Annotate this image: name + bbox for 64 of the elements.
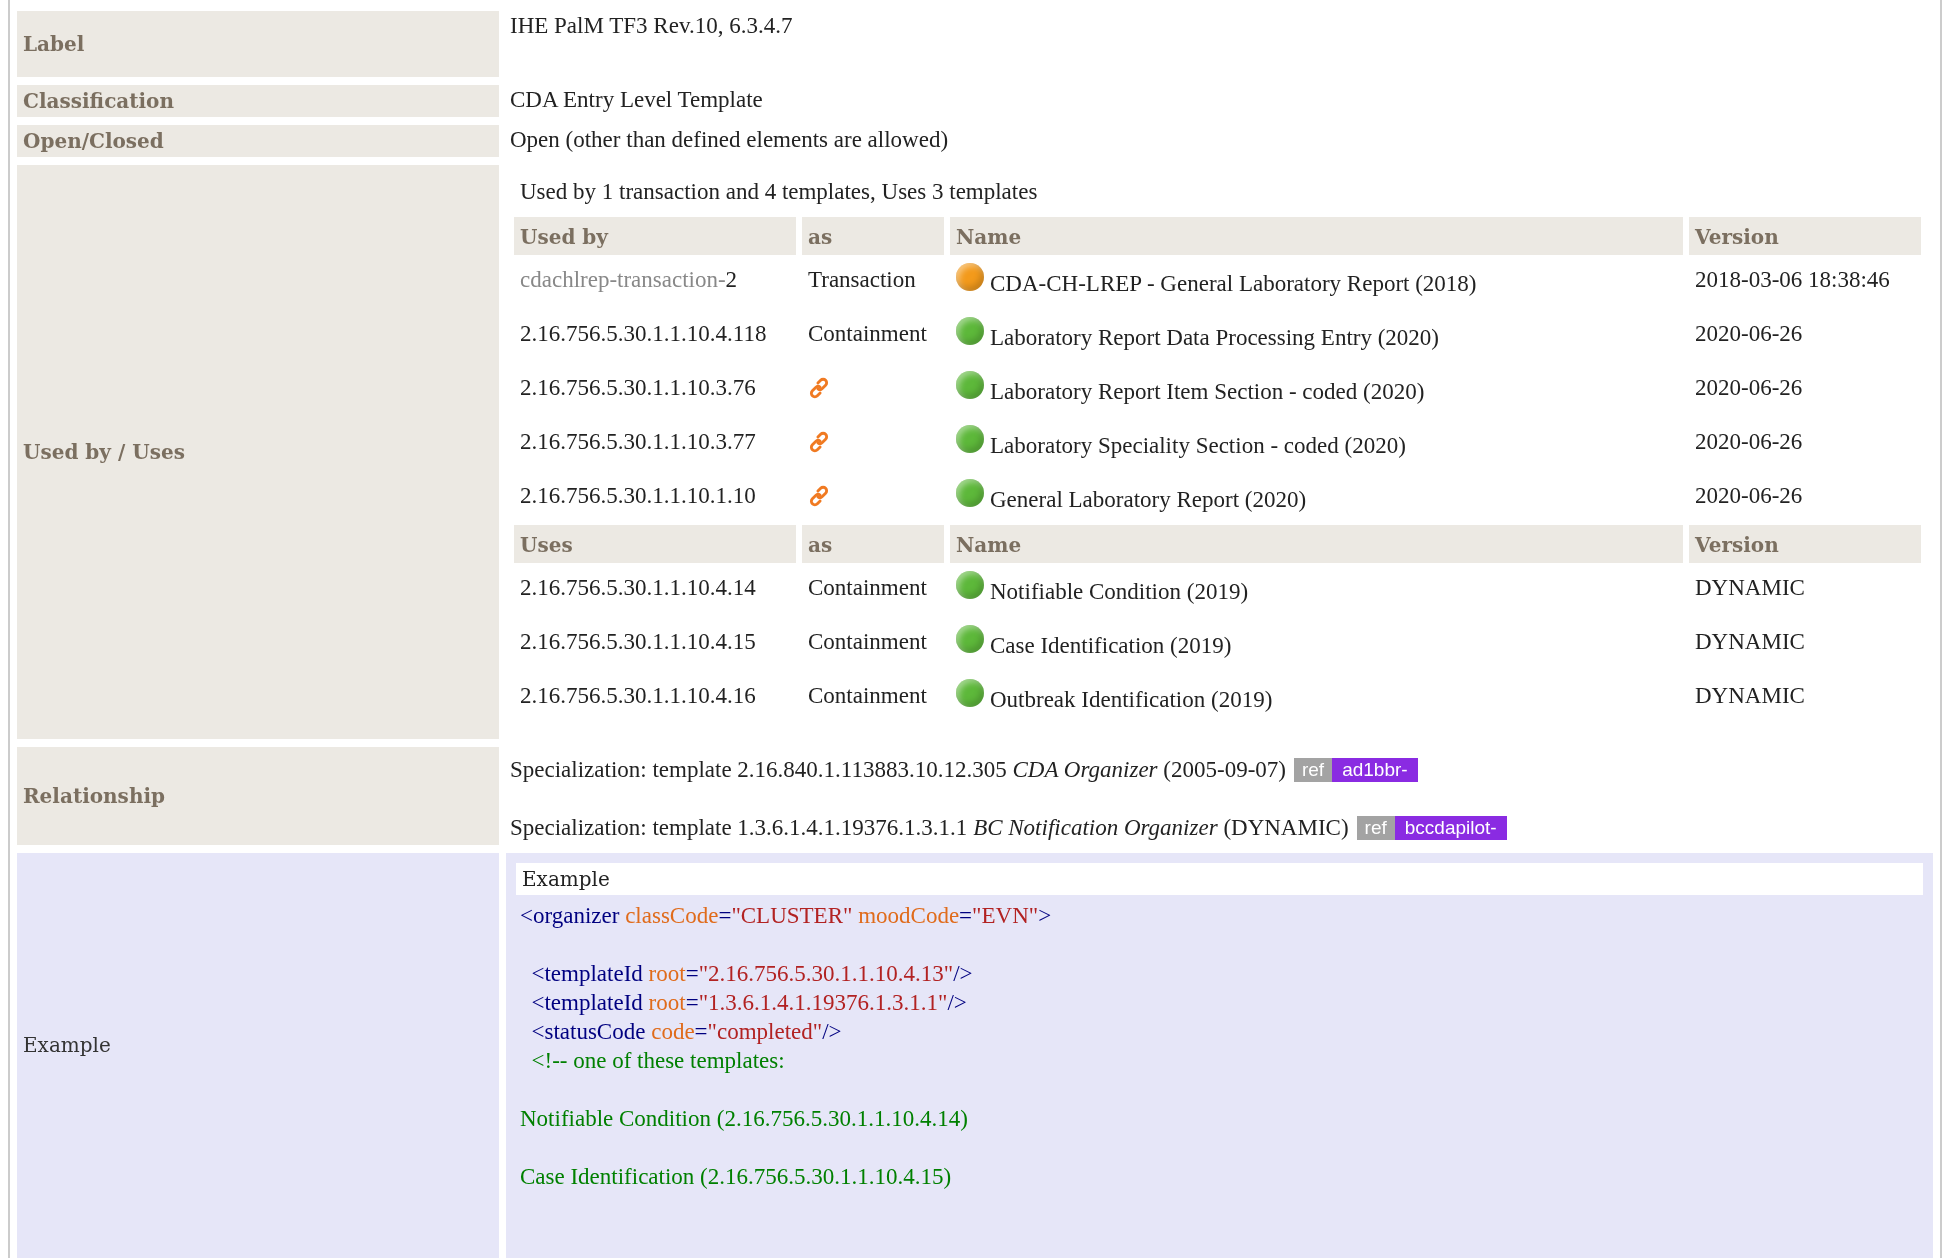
property-label: Used by / Uses (17, 165, 499, 739)
prefix-badge: bccdapilot- (1394, 816, 1507, 840)
template-version: DYNAMIC (1694, 628, 1806, 656)
association-type: Containment (807, 320, 928, 348)
template-id[interactable]: 2.16.756.5.30.1.1.10.4.14 (514, 563, 796, 617)
usage-summary: Used by 1 transaction and 4 templates, Uses 3 templates (519, 178, 1039, 206)
code-line: Notifiable Condition (2.16.756.5.30.1.1.10.4.14) (520, 1106, 968, 1131)
template-name[interactable]: Laboratory Report Data Processing Entry (2020) (990, 321, 1440, 351)
template-version: DYNAMIC (1694, 574, 1806, 602)
association-type: Containment (807, 628, 928, 656)
template-id[interactable]: 2.16.756.5.30.1.1.10.3.76 (514, 363, 796, 417)
prefix-badge: ad1bbr- (1332, 758, 1418, 782)
template-id[interactable]: 2.16.756.5.30.1.1.10.1.10 (514, 471, 796, 525)
property-label: Example (17, 853, 499, 1258)
template-name[interactable]: CDA-CH-LREP - General Laboratory Report (2018) (990, 267, 1477, 297)
template-name[interactable]: Laboratory Speciality Section - coded (2020) (990, 429, 1406, 459)
template-id[interactable]: 2.16.756.5.30.1.1.10.4.16 (514, 671, 796, 725)
column-header: as (802, 525, 944, 563)
link-icon (808, 377, 830, 399)
property-value: CDA Entry Level Template (510, 87, 763, 112)
code-line: <templateId root="1.3.6.1.4.1.19376.1.3.1.1"/> (530, 990, 967, 1015)
association-type: Containment (807, 574, 928, 602)
template-version: 2020-06-26 (1694, 374, 1804, 402)
template-version: 2018-03-06 18:38:46 (1694, 266, 1891, 294)
code-line: Case Identification (2.16.756.5.30.1.1.10.4.15) (520, 1164, 952, 1189)
template-name[interactable]: Laboratory Report Item Section - coded (2020) (990, 375, 1425, 405)
property-label: Classification (17, 85, 499, 117)
association-type: Transaction (807, 266, 917, 294)
property-label: Relationship (17, 747, 499, 845)
template-name[interactable]: Outbreak Identification (2019) (990, 683, 1273, 713)
ref-badge: ref (1293, 758, 1333, 782)
template-id[interactable]: 2.16.756.5.30.1.1.10.4.15 (514, 617, 796, 671)
property-label: Open/Closed (17, 125, 499, 157)
column-header: as (802, 217, 944, 255)
template-version: 2020-06-26 (1694, 482, 1804, 510)
template-id[interactable]: cdachlrep-transaction-2 (514, 255, 796, 309)
template-name[interactable]: Notifiable Condition (2019) (990, 575, 1249, 605)
column-header: Version (1689, 217, 1921, 255)
column-header: Name (950, 525, 1683, 563)
column-header: Used by (514, 217, 796, 255)
association-type: Containment (807, 682, 928, 710)
code-line: <statusCode code="completed"/> (530, 1019, 842, 1044)
template-version: 2020-06-26 (1694, 320, 1804, 348)
template-name[interactable]: General Laboratory Report (2020) (990, 483, 1307, 513)
relationship-text: Specialization: template 2.16.840.1.113883.10.12.305 CDA Organizer (2005-09-07) (510, 757, 1286, 783)
column-header: Name (950, 217, 1683, 255)
template-id[interactable]: 2.16.756.5.30.1.1.10.4.118 (514, 309, 796, 363)
link-icon (808, 485, 830, 507)
code-line: <organizer classCode="CLUSTER" moodCode="EVN"> (520, 903, 1052, 928)
column-header: Version (1689, 525, 1921, 563)
relationship-text: Specialization: template 1.3.6.1.4.1.19376.1.3.1.1 BC Notification Organizer (DYNAMIC) (510, 815, 1349, 841)
template-id[interactable]: 2.16.756.5.30.1.1.10.3.77 (514, 417, 796, 471)
ref-badge: ref (1356, 816, 1395, 840)
property-value: IHE PalM TF3 Rev.10, 6.3.4.7 (510, 13, 793, 38)
template-version: DYNAMIC (1694, 682, 1806, 710)
template-version: 2020-06-26 (1694, 428, 1804, 456)
code-line: <templateId root="2.16.756.5.30.1.1.10.4.13"/> (530, 961, 973, 986)
property-value: Open (other than defined elements are allowed) (510, 127, 949, 152)
example-title: Example (516, 863, 1923, 895)
column-header: Uses (514, 525, 796, 563)
template-name[interactable]: Case Identification (2019) (990, 629, 1232, 659)
link-icon (808, 431, 830, 453)
property-label: Label (17, 11, 499, 77)
code-line: <!-- one of these templates: (530, 1048, 785, 1073)
